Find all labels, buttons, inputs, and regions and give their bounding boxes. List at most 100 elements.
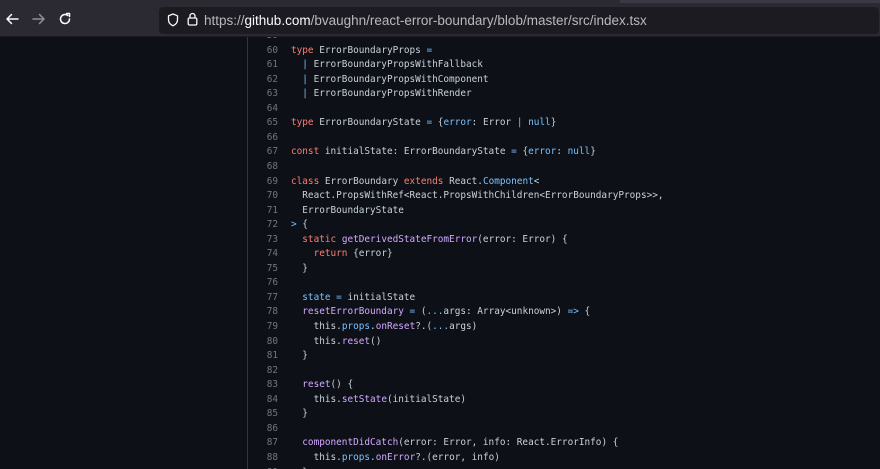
line-number[interactable]: 85 [248,407,278,421]
code-line: 88 this.props.onError?.(error, info) [248,451,880,465]
line-number[interactable]: 68 [248,160,278,174]
line-number[interactable]: 62 [248,73,278,87]
line-number[interactable]: 76 [248,276,278,290]
code-token: static [291,233,342,245]
tab-strip-edge [620,0,880,3]
code-token: class [291,175,325,187]
code-token: < [533,175,540,187]
code-token: null [567,146,591,158]
url-text[interactable]: https://github.com/bvaughn/react-error-b… [204,13,647,28]
code-line: 72 > { [248,218,880,232]
code-token: = [336,291,348,303]
code-line: 77 state = initialState [248,291,880,305]
code-text: this.reset() [291,335,382,349]
code-line: 75 } [248,262,880,276]
address-bar[interactable]: https://github.com/bvaughn/react-error-b… [159,7,879,34]
code-token: this. [291,393,342,405]
code-line: 65 type ErrorBoundaryState = {error: Erro… [248,116,880,130]
code-line: 87 componentDidCatch(error: Error, info:… [248,436,880,450]
line-number[interactable]: 74 [248,247,278,261]
code-line: 64 [248,102,880,116]
line-number[interactable]: 64 [248,102,278,116]
code-token: } [291,262,308,274]
code-token: error [528,146,557,158]
code-text: return {error} [291,247,393,261]
code-line: 67 const initialState: ErrorBoundaryState… [248,145,880,159]
code-token: initialState [347,291,416,303]
code-token: onError [375,451,416,463]
code-token: | [516,117,529,129]
code-line: 78 resetErrorBoundary = (...args: Array<… [248,305,880,319]
code-text: } [291,407,308,421]
code-line: 70 React.PropsWithRef<React.PropsWithChi… [248,189,880,203]
line-number[interactable]: 84 [248,393,278,407]
code-line: 60 type ErrorBoundaryProps = [248,44,880,58]
code-token: | [291,73,314,85]
code-text: } [291,349,308,363]
code-line: 71 ErrorBoundaryState [248,204,880,218]
code-token: const [291,146,325,158]
line-number[interactable]: 81 [248,349,278,363]
code-token: initialState: ErrorBoundaryState [324,146,512,158]
line-number[interactable]: 65 [248,116,278,130]
line-number[interactable]: 80 [248,335,278,349]
arrow-left-icon [6,13,19,25]
line-number[interactable]: 72 [248,218,278,232]
page-content: 5960 type ErrorBoundaryProps = 61 | ErrorB… [0,37,880,469]
code-line: 82 [248,364,880,378]
line-number[interactable]: 61 [248,58,278,72]
code-text: state = initialState [291,291,415,305]
browser-toolbar: https://github.com/bvaughn/react-error-b… [0,0,880,37]
code-token: (initialState) [386,393,466,405]
code-token: ErrorBoundaryProps [319,44,427,56]
line-number[interactable]: 63 [248,87,278,101]
code-text: type ErrorBoundaryProps = [291,44,432,58]
line-number[interactable]: 79 [248,320,278,334]
line-number[interactable]: 70 [248,189,278,203]
code-line: 85 } [248,407,880,421]
code-token: state [291,291,337,303]
code-text: this.setState(initialState) [291,393,466,407]
code-line: 86 [248,422,880,436]
code-token: ErrorBoundaryPropsWithFallback [313,59,483,71]
line-number[interactable]: 87 [248,436,278,450]
code-token: extends [403,175,450,187]
shield-icon[interactable] [167,13,179,27]
code-token: onReset [375,321,416,332]
code-line: 62 | ErrorBoundaryPropsWithComponent [248,73,880,87]
line-number[interactable]: 59 [248,37,278,43]
code-token: ... [432,321,450,332]
line-number[interactable]: 89 [248,466,278,469]
line-number[interactable]: 77 [248,291,278,305]
lock-icon[interactable] [187,12,198,26]
line-number[interactable]: 73 [248,233,278,247]
back-button[interactable] [4,11,20,27]
line-number[interactable]: 75 [248,262,278,276]
forward-button[interactable] [31,11,47,27]
code-token: null [528,117,551,129]
line-number[interactable]: 82 [248,364,278,378]
line-number[interactable]: 67 [248,145,278,159]
line-number[interactable]: 71 [248,204,278,218]
code-token: ... [426,306,444,318]
code-token: ?.(error, info) [415,451,500,463]
line-number[interactable]: 86 [248,422,278,436]
code-token: } [590,146,596,158]
line-number[interactable]: 60 [248,44,278,58]
reload-button[interactable] [57,11,73,27]
code-line: 66 [248,131,880,145]
code-text: } [291,262,308,276]
line-number[interactable]: 66 [248,131,278,145]
line-number[interactable]: 69 [248,175,278,189]
code-token: {error} [353,248,393,260]
line-number[interactable]: 78 [248,305,278,319]
code-token: { [302,219,308,231]
code-token: this. [291,451,342,463]
code-line: 84 this.setState(initialState) [248,393,880,407]
line-number[interactable]: 83 [248,378,278,392]
code-text: | ErrorBoundaryPropsWithRender [291,87,471,101]
code-token: resetErrorBoundary [291,306,410,318]
line-number[interactable]: 88 [248,451,278,465]
code-token: = [409,306,421,318]
code-line: 68 [248,160,880,174]
